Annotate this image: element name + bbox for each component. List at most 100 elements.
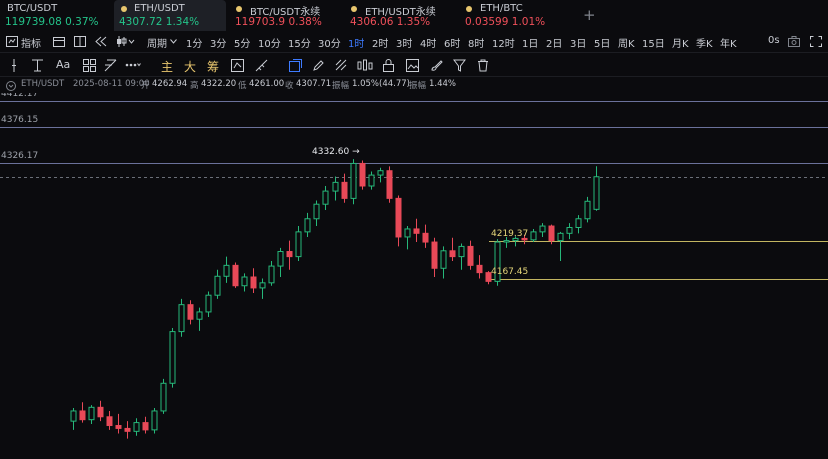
timeframe-月K[interactable]: 月K [672, 35, 689, 50]
candle-body [584, 200, 591, 220]
chart-canvas[interactable] [0, 93, 828, 459]
candle-body [259, 282, 266, 289]
price-line-label: 4167.45 [491, 266, 529, 277]
candle-body [178, 304, 185, 333]
candle-body [404, 228, 411, 238]
fib-tool-icon[interactable] [104, 59, 117, 72]
timeframe-3分[interactable]: 3分 [210, 35, 226, 50]
main-chart-toggle[interactable]: 主 [161, 58, 173, 75]
timeframe-1分[interactable]: 1分 [186, 35, 202, 50]
timeframe-5日[interactable]: 5日 [594, 35, 610, 50]
candle-body [467, 245, 474, 266]
price-line-label: 4326.17 [1, 150, 39, 161]
candle-body [422, 232, 429, 243]
candle-body [133, 422, 140, 432]
candle-body [205, 294, 212, 313]
big-order-toggle[interactable]: 大 [184, 58, 196, 75]
timeframe-15日[interactable]: 15日 [642, 35, 665, 50]
measure-icon[interactable] [335, 59, 348, 72]
info-amplitude-label: 振幅 [332, 81, 350, 91]
candle-body [449, 250, 456, 258]
text-tool-icon[interactable]: Aa [56, 58, 70, 71]
ticker-tabs: BTC/USDT 119739.08 0.37% ETH/USDT 4307.72 1… [0, 0, 828, 31]
candle-body [395, 197, 402, 238]
delete-icon[interactable] [477, 59, 489, 72]
candle-body [431, 241, 438, 269]
candle-body [160, 382, 167, 412]
timeframe-6时[interactable]: 6时 [444, 35, 460, 50]
layout-icon[interactable] [74, 36, 86, 47]
timeframe-30分[interactable]: 30分 [318, 35, 341, 50]
image-icon[interactable] [406, 59, 419, 72]
lock-icon[interactable] [383, 59, 394, 72]
timeframe-2时[interactable]: 2时 [372, 35, 388, 50]
tab-eth-usdt-[interactable]: ETH/USDT永续 4306.06 1.35% [345, 0, 457, 31]
crosshair-icon[interactable] [11, 59, 17, 72]
candle-body [124, 427, 131, 432]
indicators-button[interactable]: 指标 [21, 35, 41, 50]
candle-body [503, 240, 510, 243]
timeframe-8时[interactable]: 8时 [468, 35, 484, 50]
timeframe-2日[interactable]: 2日 [546, 35, 562, 50]
timeframe-15分[interactable]: 15分 [288, 35, 311, 50]
timeframe-1日[interactable]: 1日 [522, 35, 538, 50]
timeframe-5分[interactable]: 5分 [234, 35, 250, 50]
favorite-dot-icon [236, 6, 242, 12]
more-tools-icon[interactable] [125, 60, 141, 70]
magnet-icon[interactable] [289, 59, 302, 72]
candlestick-chart[interactable]: 4412.17 4376.15 4326.17 4219.37 4167.45 4332.… [0, 93, 828, 459]
candle-body [539, 225, 546, 233]
fullscreen-icon[interactable] [810, 36, 822, 47]
filter-icon[interactable] [453, 59, 466, 72]
timeframe-年K[interactable]: 年K [720, 35, 737, 50]
ruler-icon[interactable] [255, 59, 268, 72]
period-dropdown[interactable]: 周期 [147, 35, 167, 50]
candle-type-icon[interactable] [116, 36, 136, 47]
candle-body [106, 416, 113, 427]
add-tab-icon[interactable]: + [583, 6, 596, 24]
info-high: 4322.20 [201, 79, 237, 89]
candle-body [593, 176, 600, 210]
favorite-dot-icon [466, 6, 472, 12]
timeframe-1时[interactable]: 1时 [348, 35, 364, 50]
candle-body [512, 237, 519, 242]
timeframe-4时[interactable]: 4时 [420, 35, 436, 50]
timeframe-12时[interactable]: 12时 [492, 35, 515, 50]
compare-icon[interactable] [231, 59, 244, 72]
timeframe-3日[interactable]: 3日 [570, 35, 586, 50]
info-close-label: 收 [285, 81, 294, 91]
bar-pattern-icon[interactable] [357, 59, 373, 72]
tab-eth-usdt[interactable]: ETH/USDT 4307.72 1.34% [114, 0, 226, 31]
tab-price-change: 0.03599 1.01% [465, 16, 546, 28]
tab-btc-usdt[interactable]: BTC/USDT 119739.08 0.37% [0, 0, 112, 31]
pattern-tool-icon[interactable] [83, 59, 96, 72]
candle-body [440, 250, 447, 269]
rewind-icon[interactable] [95, 36, 107, 47]
chip-distribution-toggle[interactable]: 筹 [207, 58, 219, 75]
chevron-down-icon[interactable] [170, 39, 177, 44]
tab-symbol: ETH/USDT [134, 3, 185, 14]
indicators-icon[interactable] [6, 36, 18, 47]
candle-body [250, 276, 257, 289]
candle-body [97, 406, 104, 418]
timeframe-10分[interactable]: 10分 [258, 35, 281, 50]
timeframe-周K[interactable]: 周K [618, 35, 635, 50]
tab-eth-btc[interactable]: ETH/BTC 0.03599 1.01% [460, 0, 572, 31]
tab-btc-usdt-[interactable]: BTC/USDT永续 119703.9 0.38% [230, 0, 342, 31]
timeframe-季K[interactable]: 季K [696, 35, 713, 50]
candle-body [304, 218, 311, 233]
tab-price-change: 119739.08 0.37% [5, 16, 99, 28]
timeframe-3时[interactable]: 3时 [396, 35, 412, 50]
candle-body [268, 265, 275, 284]
collapse-icon[interactable] [6, 81, 16, 91]
candle-body [70, 410, 77, 422]
candle-body [277, 251, 284, 267]
camera-icon[interactable] [788, 36, 800, 47]
line-tool-icon[interactable] [31, 59, 44, 72]
info-low: 4261.00 [249, 79, 285, 89]
brush-icon[interactable] [430, 59, 443, 72]
candle-body [241, 276, 248, 287]
pen-icon[interactable] [312, 59, 325, 72]
candle-body [295, 231, 302, 258]
calendar-icon[interactable] [53, 36, 65, 47]
